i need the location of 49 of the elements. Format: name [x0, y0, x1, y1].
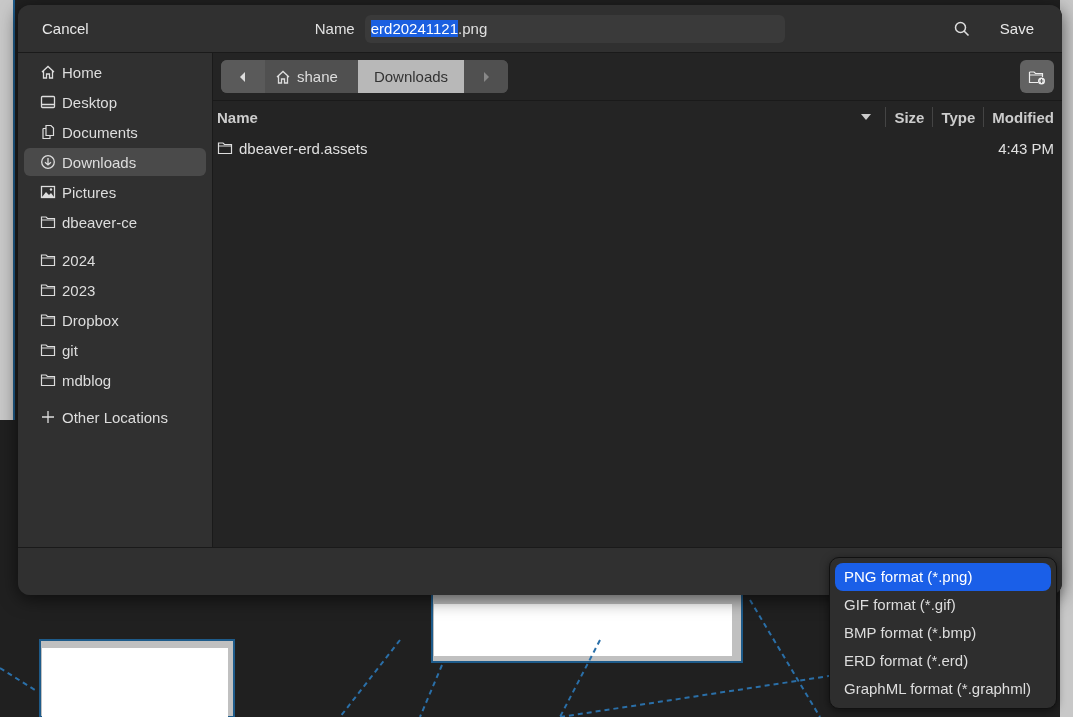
sidebar-item[interactable]: Documents [24, 118, 206, 146]
save-button[interactable]: Save [987, 14, 1046, 43]
format-option[interactable]: GIF format (*.gif) [835, 591, 1051, 619]
sidebar-item[interactable]: Desktop [24, 88, 206, 116]
folder-icon [40, 342, 56, 358]
other-locations-item[interactable]: Other Locations [24, 403, 206, 431]
folder-icon [40, 282, 56, 298]
folder-icon [40, 372, 56, 388]
sidebar-item[interactable]: Home [24, 58, 206, 86]
folder-icon [40, 312, 56, 328]
plus-icon [40, 409, 56, 425]
documents-icon [40, 124, 56, 140]
left-arrow-icon [239, 71, 247, 82]
sidebar-item[interactable]: dbeaver-ce [24, 208, 206, 236]
search-icon[interactable] [953, 20, 970, 37]
sidebar-item[interactable]: mdblog [24, 366, 206, 394]
cancel-button[interactable]: Cancel [30, 14, 101, 43]
sidebar-item[interactable]: git [24, 336, 206, 364]
sidebar-item[interactable]: Dropbox [24, 306, 206, 334]
sidebar-item[interactable]: 2023 [24, 276, 206, 304]
folder-icon [40, 214, 56, 230]
column-header[interactable]: Type [941, 108, 976, 126]
sidebar-item[interactable]: 2024 [24, 246, 206, 274]
format-option[interactable]: PNG format (*.png) [835, 563, 1051, 591]
path-crumb[interactable]: Downloads [357, 60, 465, 93]
format-option[interactable]: GraphML format (*.graphml) [835, 675, 1051, 703]
column-header[interactable]: Modified [992, 108, 1054, 126]
right-arrow-icon [482, 71, 491, 82]
modified-time: 4:43 PM [998, 139, 1054, 157]
folder-icon [217, 140, 233, 156]
desktop-icon [40, 94, 56, 110]
column-header[interactable]: Name [217, 108, 258, 126]
home-icon [275, 68, 291, 85]
sidebar-item[interactable]: Pictures [24, 178, 206, 206]
home-icon [40, 64, 56, 80]
sidebar-item[interactable]: Downloads [24, 148, 206, 176]
downloads-icon [40, 154, 56, 170]
name-label: Name [314, 20, 355, 37]
filename-field[interactable]: erd20241121.png [364, 14, 785, 43]
format-option[interactable]: ERD format (*.erd) [835, 647, 1051, 675]
sort-caret-icon[interactable] [861, 114, 872, 120]
column-header[interactable]: Size [894, 108, 925, 126]
back-button[interactable] [221, 60, 265, 93]
new-folder-button[interactable] [1020, 60, 1054, 93]
folder-icon [40, 252, 56, 268]
file-name[interactable]: dbeaver-erd.assets [239, 139, 999, 157]
folder-plus-icon [1028, 68, 1046, 85]
pictures-icon [40, 184, 56, 200]
format-option[interactable]: BMP format (*.bmp) [835, 619, 1051, 647]
